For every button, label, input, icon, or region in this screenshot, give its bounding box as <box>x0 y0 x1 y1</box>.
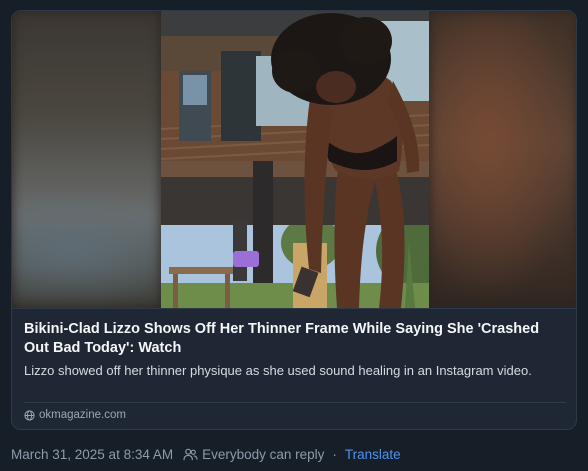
article-headline[interactable]: Bikini-Clad Lizzo Shows Off Her Thinner … <box>24 320 564 358</box>
globe-icon <box>24 409 35 421</box>
source-link[interactable]: okmagazine.com <box>24 409 126 421</box>
link-preview-image[interactable] <box>12 11 576 308</box>
source-divider <box>24 402 566 403</box>
people-icon <box>183 448 198 461</box>
blurred-backdrop-left <box>12 11 161 308</box>
article-description: Lizzo showed off her thinner physique as… <box>24 363 532 378</box>
post-timestamp[interactable]: March 31, 2025 at 8:34 AM <box>11 447 173 462</box>
link-preview-text[interactable]: Bikini-Clad Lizzo Shows Off Her Thinner … <box>12 308 576 429</box>
link-preview-card[interactable]: Bikini-Clad Lizzo Shows Off Her Thinner … <box>11 10 577 430</box>
separator-dot: · <box>332 447 337 462</box>
post-meta-row: March 31, 2025 at 8:34 AM Everybody can … <box>11 447 401 462</box>
article-photo <box>161 11 429 308</box>
reply-setting: Everybody can reply <box>202 447 325 462</box>
translate-link[interactable]: Translate <box>345 447 401 462</box>
source-domain: okmagazine.com <box>39 409 126 421</box>
blurred-backdrop-right <box>429 11 576 308</box>
